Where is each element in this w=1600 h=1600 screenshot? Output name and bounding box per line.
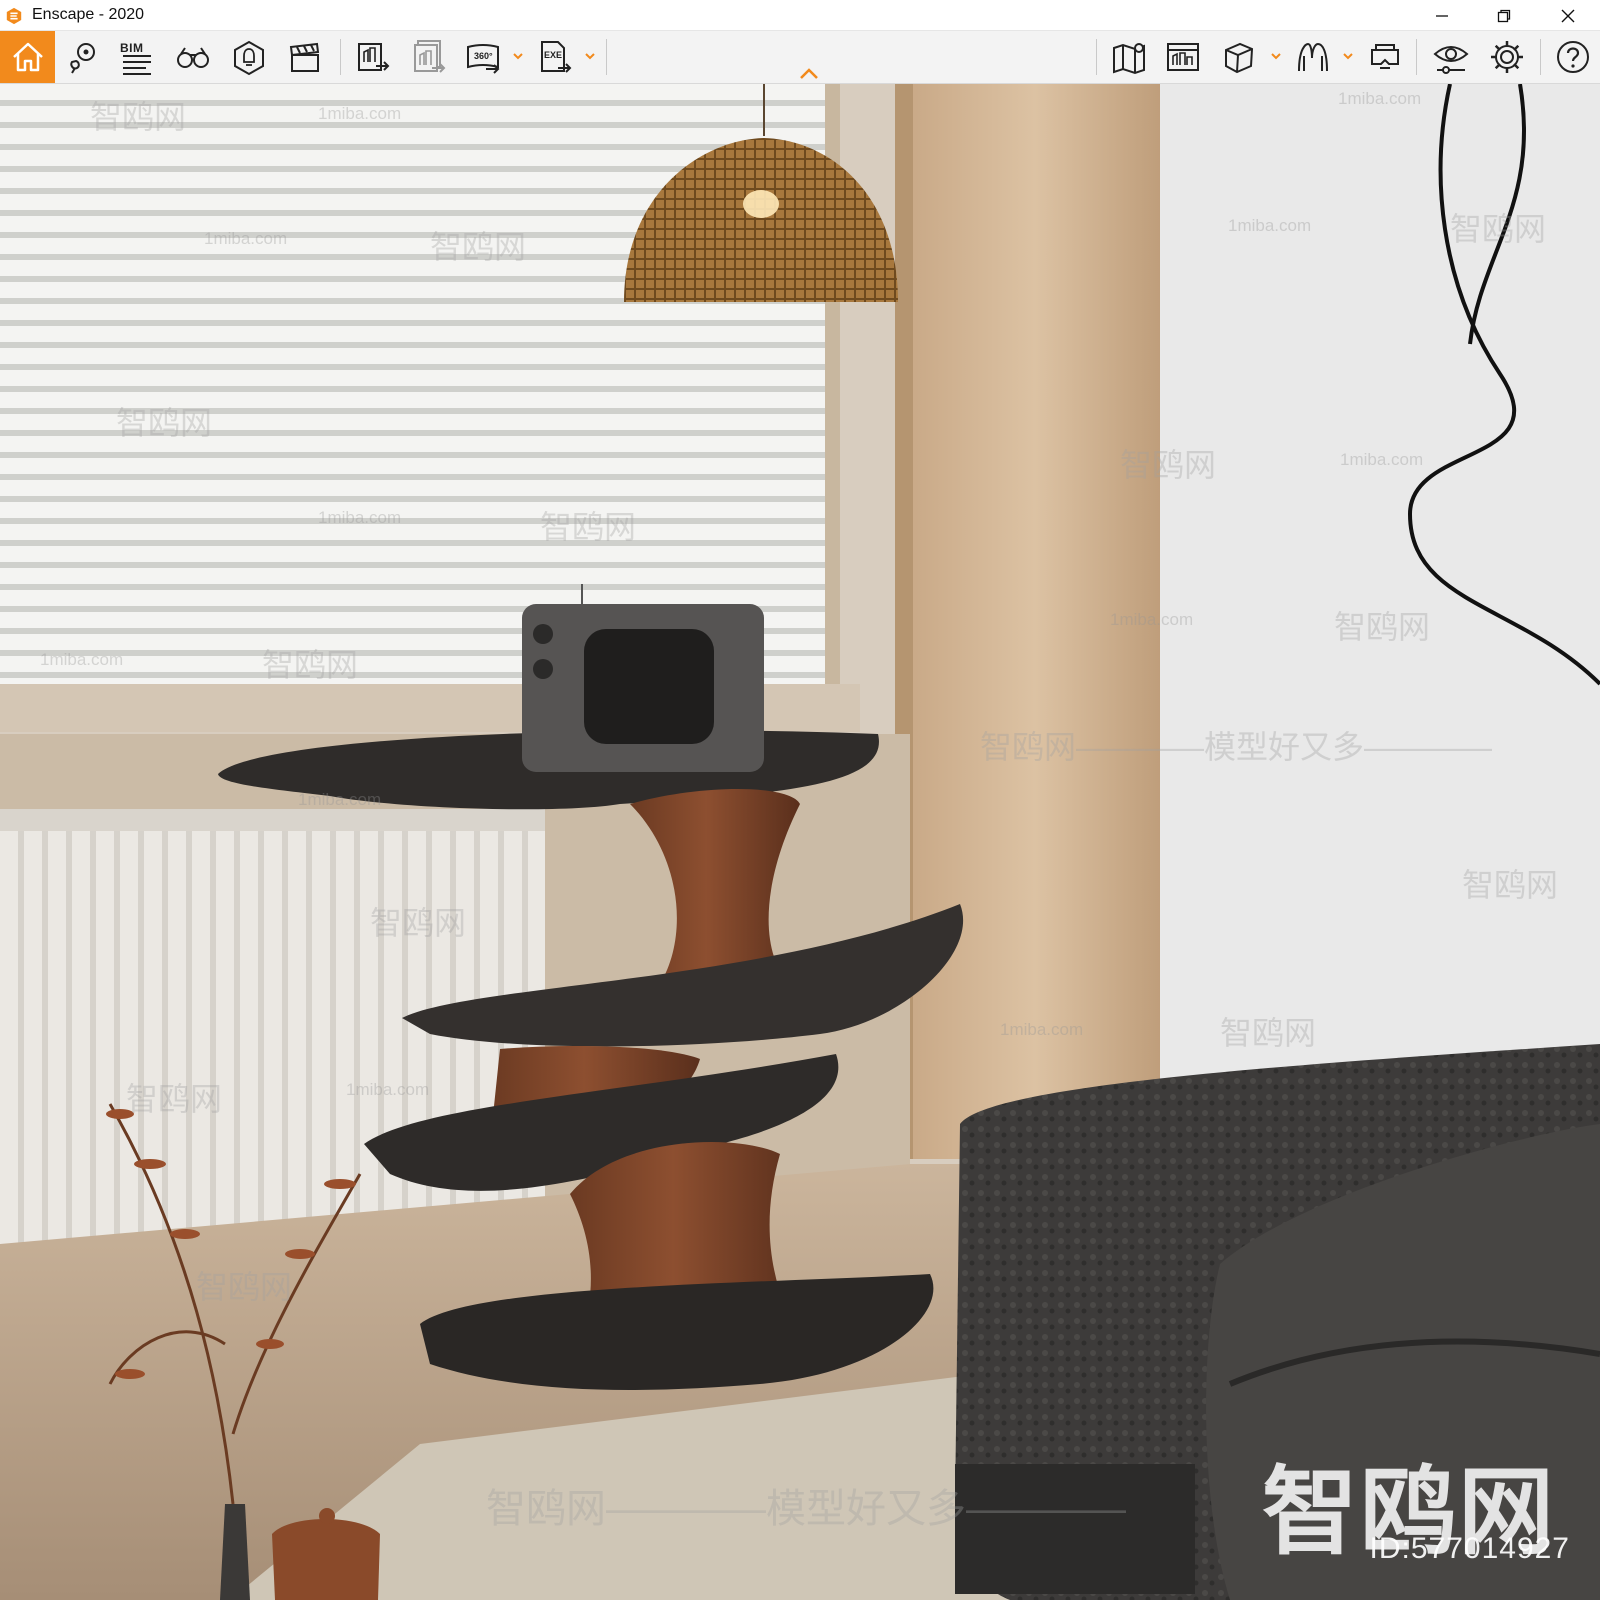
watermark-text: 1miba.com (1110, 610, 1194, 629)
watermark-text: 智鸥网 (1220, 1015, 1317, 1051)
watermark-text: 智鸥网 (196, 1269, 293, 1305)
help-icon (1557, 41, 1589, 73)
vr-button[interactable] (1362, 34, 1408, 80)
gear-icon (1491, 41, 1523, 73)
panorama-button[interactable]: 360° (460, 34, 506, 80)
watermark-text: 智鸥网 (90, 99, 187, 135)
eye-settings-icon (1433, 46, 1469, 74)
visual-settings-button[interactable] (1428, 34, 1474, 80)
bim-label: BIM (120, 41, 144, 55)
cube-asset-icon (1225, 42, 1254, 74)
watermark-text: 1miba.com (1340, 450, 1424, 469)
minimize-icon (1436, 14, 1448, 17)
watermark-text: 智鸥网 (1450, 211, 1547, 247)
watermark-text: 智鸥网 (262, 647, 359, 683)
settings-button[interactable] (1484, 34, 1530, 80)
exe-export-button[interactable]: EXE (532, 34, 578, 80)
watermark-text: 智鸥网 (1462, 867, 1559, 903)
panorama-360-icon: 360° (467, 44, 500, 74)
window-title: Enscape - 2020 (32, 6, 145, 23)
watermark-text: 1miba.com (204, 229, 288, 248)
panorama-dropdown-icon[interactable] (512, 51, 524, 61)
binoculars-icon (177, 47, 209, 68)
collapse-toolbar-icon[interactable] (797, 66, 821, 82)
home-button[interactable] (0, 31, 55, 83)
help-button[interactable] (1550, 34, 1596, 80)
video-editor-button[interactable] (282, 34, 328, 80)
toolbar-separator (1416, 39, 1417, 75)
asset-library-button[interactable] (1216, 34, 1262, 80)
render-viewport[interactable]: 1miba.com 1miba.com 1miba.com 1miba.com … (0, 84, 1600, 1600)
watermark-text: 智鸥网 (1120, 447, 1217, 483)
gallery-button[interactable] (1160, 34, 1206, 80)
export-image-icon (358, 43, 390, 71)
rendered-scene (0, 84, 1600, 1600)
restore-button[interactable] (1480, 0, 1528, 31)
watermark-text: 1miba.com (298, 790, 382, 809)
watermark-text: 1miba.com (40, 650, 124, 669)
gallery-icon (1167, 43, 1199, 71)
light-view-button[interactable] (226, 34, 272, 80)
watermark-text: 智鸥网————模型好又多———— (486, 1487, 1126, 1531)
map-icon (1113, 43, 1145, 75)
batch-render-icon (414, 40, 446, 73)
svg-text:360°: 360° (474, 51, 493, 61)
light-view-icon (234, 40, 264, 76)
minimize-button[interactable] (1418, 0, 1466, 31)
location-views-icon (70, 43, 95, 74)
exe-export-icon: EXE (541, 41, 572, 73)
watermark-text: 智鸥网 (116, 405, 213, 441)
exe-dropdown-icon[interactable] (584, 51, 596, 61)
clapperboard-icon (289, 42, 320, 72)
watermark-text: 1miba.com (318, 508, 402, 527)
walk-mode-button[interactable] (170, 34, 216, 80)
toolbar-separator (1540, 39, 1541, 75)
vr-headset-icon (1371, 44, 1399, 69)
material-dropdown-icon[interactable] (1342, 51, 1354, 61)
enscape-logo-icon (6, 7, 22, 25)
watermark-text: 1miba.com (1000, 1020, 1084, 1039)
watermark-text: 1miba.com (1338, 89, 1422, 108)
watermark-text: 智鸥网 (1334, 609, 1431, 645)
svg-text:EXE: EXE (544, 50, 562, 60)
toolbar-separator (606, 39, 607, 75)
material-icon (1298, 42, 1328, 72)
restore-icon (1497, 9, 1511, 22)
batch-render-button[interactable] (406, 34, 452, 80)
watermark-text: 1miba.com (346, 1080, 430, 1099)
toolbar-separator (340, 39, 341, 75)
watermark-id: ID:577014927 (1369, 1532, 1570, 1565)
views-button[interactable] (60, 34, 106, 80)
render-image-button[interactable] (350, 34, 396, 80)
watermark-text: 1miba.com (318, 104, 402, 123)
watermark-text: 智鸥网 (540, 509, 637, 545)
watermark-text: 1miba.com (1228, 216, 1312, 235)
watermark-text: 智鸥网 (126, 1081, 223, 1117)
map-button[interactable] (1106, 34, 1152, 80)
close-icon (1561, 9, 1575, 22)
close-button[interactable] (1544, 0, 1592, 31)
toolbar-separator (1096, 39, 1097, 75)
asset-dropdown-icon[interactable] (1270, 51, 1282, 61)
watermark-text: 智鸥网 (430, 229, 527, 265)
home-icon (12, 42, 43, 72)
title-bar: Enscape - 2020 (0, 0, 1600, 31)
watermark-text: 智鸥网 (370, 905, 467, 941)
material-editor-button[interactable] (1290, 34, 1336, 80)
watermark-text: 智鸥网————模型好又多———— (980, 729, 1493, 765)
